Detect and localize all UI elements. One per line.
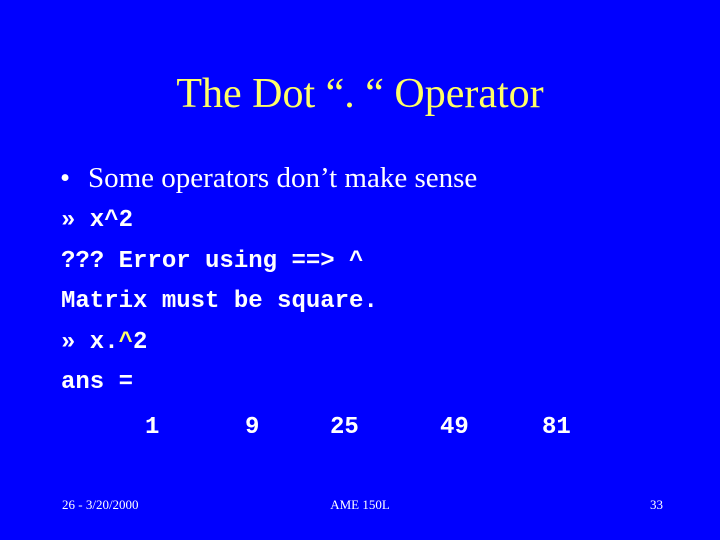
bullet-item: • Some operators don’t make sense xyxy=(60,162,477,195)
result-value: 49 xyxy=(440,414,469,441)
result-value: 9 xyxy=(245,414,260,441)
code-line-4-tail: 2 xyxy=(133,329,148,356)
code-line-5: ans = xyxy=(61,369,134,396)
code-line-2: ??? Error using ==> ^ xyxy=(61,248,364,275)
result-value: 25 xyxy=(330,414,359,441)
page-number: 33 xyxy=(650,497,663,512)
code-line-4: » x.^2 xyxy=(61,329,147,356)
bullet-marker: • xyxy=(60,162,71,194)
slide-title: The Dot “. “ Operator xyxy=(176,71,544,117)
footer-course: AME 150L xyxy=(330,497,390,512)
code-line-3: Matrix must be square. xyxy=(61,288,378,315)
bullet-text: Some operators don’t make sense xyxy=(88,162,478,194)
code-line-1: » x^2 xyxy=(61,207,134,234)
code-highlight-caret: ^ xyxy=(118,329,134,356)
code-line-4-head: » x. xyxy=(61,329,119,356)
result-value: 1 xyxy=(145,414,160,441)
result-value: 81 xyxy=(542,414,571,441)
